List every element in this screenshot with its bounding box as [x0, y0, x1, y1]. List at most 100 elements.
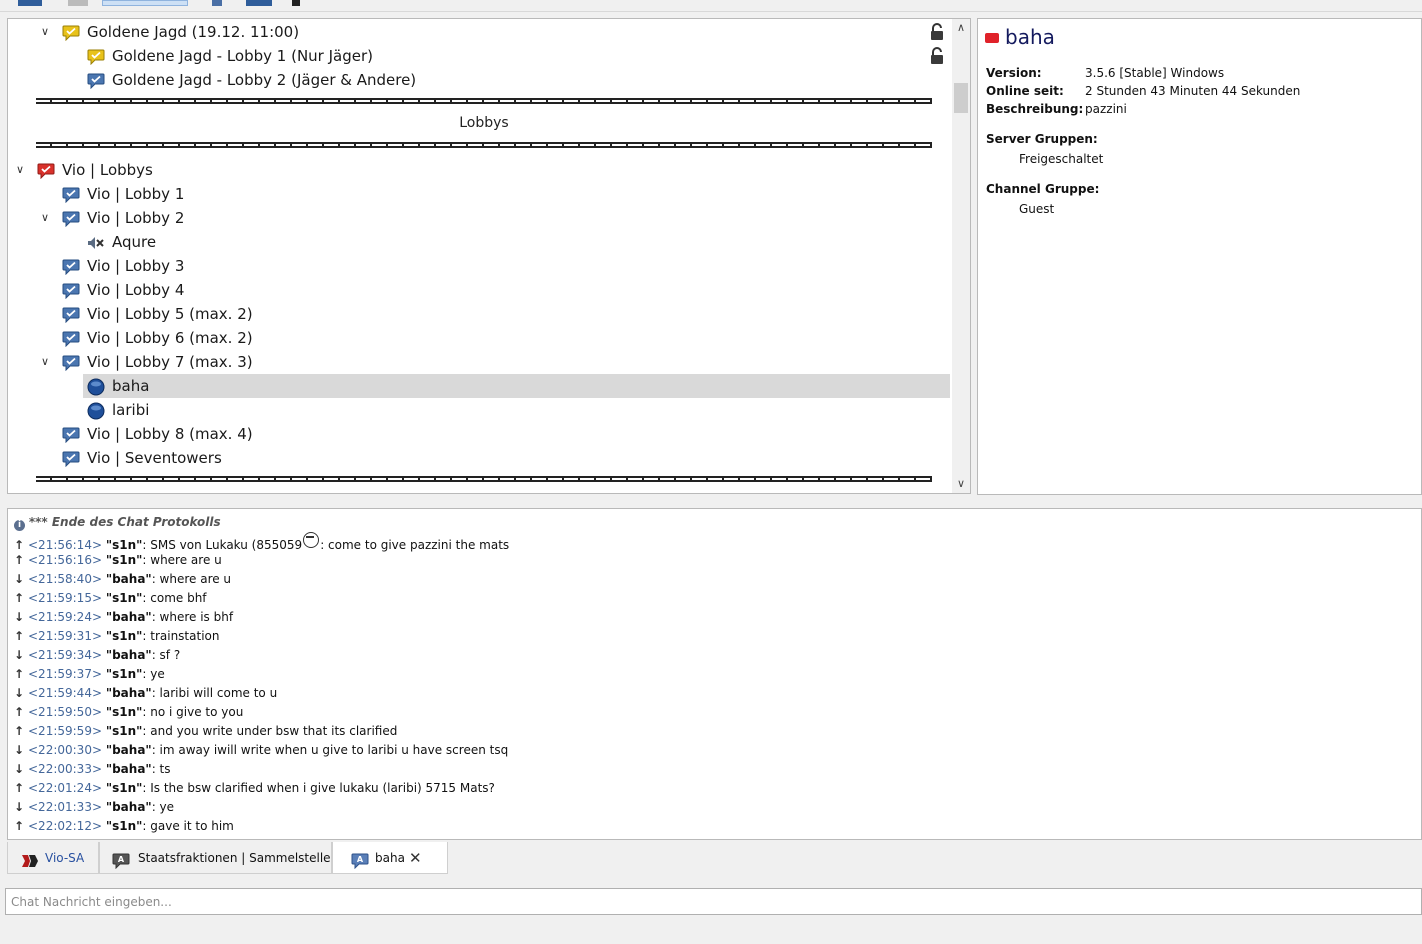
- channel-row[interactable]: Vio | Seventowers: [8, 446, 950, 470]
- toolbar-button[interactable]: [292, 0, 300, 6]
- description-label: Beschreibung:: [986, 102, 1084, 116]
- message-nick[interactable]: "s1n": [106, 538, 143, 552]
- message-nick[interactable]: "baha": [106, 800, 152, 814]
- toolbar-button[interactable]: [212, 0, 222, 6]
- client-row[interactable]: Aqure: [8, 230, 950, 254]
- scroll-up-icon[interactable]: ∧: [952, 19, 970, 37]
- channel-row[interactable]: ∨ Vio | Lobby 2: [8, 206, 950, 230]
- online-value: 2 Stunden 43 Minuten 44 Sekunden: [1085, 84, 1301, 98]
- info-username: baha: [1005, 25, 1055, 49]
- channel-blue-icon: [62, 282, 80, 300]
- channel-row[interactable]: Goldene Jagd - Lobby 2 (Jäger & Andere): [8, 68, 950, 92]
- message-time: <22:00:30>: [28, 743, 103, 757]
- chat-tab[interactable]: Abaha ✕: [332, 842, 448, 874]
- client-row[interactable]: laribi: [8, 398, 950, 422]
- chat-tab[interactable]: Vio-SA: [7, 842, 99, 874]
- toolbar-button[interactable]: [18, 0, 42, 6]
- row-label: baha: [112, 377, 150, 395]
- message-time: <21:59:37>: [28, 667, 103, 681]
- row-label: Vio | Lobby 2: [87, 209, 185, 227]
- chat-input-box[interactable]: [5, 888, 1422, 915]
- private-chat-icon: A: [351, 849, 369, 870]
- chat-tabs: Vio-SA A Staatsfraktionen | Sammelstelle Ab…: [7, 842, 1422, 874]
- row-label: Aqure: [112, 233, 157, 251]
- toolbar-button[interactable]: [102, 0, 188, 6]
- channel-spacer-title[interactable]: Lobbys: [36, 115, 932, 131]
- row-label: Vio | Lobby 7 (max. 3): [87, 353, 253, 371]
- client-row[interactable]: baha: [83, 374, 950, 398]
- chevron-down-icon[interactable]: ∨: [38, 350, 52, 374]
- message-text: : where is bhf: [151, 610, 234, 624]
- channel-blue-icon: [62, 450, 80, 468]
- message-nick[interactable]: "baha": [106, 572, 152, 586]
- message-time: <21:59:59>: [28, 724, 103, 738]
- channel-row[interactable]: Vio | Lobby 6 (max. 2): [8, 326, 950, 350]
- arrow-down-icon: ↓: [14, 610, 25, 624]
- message-text: : im away iwill write when u give to lar…: [151, 743, 509, 757]
- message-nick[interactable]: "s1n": [106, 724, 143, 738]
- message-nick[interactable]: "baha": [106, 743, 152, 757]
- arrow-down-icon: ↓: [14, 762, 25, 776]
- client-info-panel: baha Version: 3.5.6 [Stable] Windows Onl…: [977, 18, 1422, 495]
- message-nick[interactable]: "baha": [106, 648, 152, 662]
- version-value: 3.5.6 [Stable] Windows: [1085, 66, 1225, 80]
- message-nick[interactable]: "s1n": [106, 553, 143, 567]
- chat-tab[interactable]: A Staatsfraktionen | Sammelstelle: [99, 842, 332, 874]
- message-time: <22:01:33>: [28, 800, 103, 814]
- arrow-up-icon: ↑: [14, 705, 25, 719]
- message-nick[interactable]: "s1n": [106, 705, 143, 719]
- chat-input[interactable]: [6, 889, 1422, 914]
- message-time: <21:59:24>: [28, 610, 103, 624]
- toolbar-button[interactable]: [246, 0, 272, 6]
- channel-yellow-icon: [62, 24, 80, 42]
- chat-log[interactable]: i *** Ende des Chat Protokolls ↑ <21:56:1…: [7, 508, 1422, 840]
- channel-row[interactable]: Vio | Lobby 4: [8, 278, 950, 302]
- channel-spacer-line[interactable]: [36, 476, 932, 482]
- tab-label: baha: [375, 851, 405, 865]
- chevron-down-icon[interactable]: ∨: [38, 206, 52, 230]
- channel-row[interactable]: ∨ Vio | Lobbys: [8, 158, 950, 182]
- message-nick[interactable]: "s1n": [106, 819, 143, 833]
- channel-row[interactable]: Vio | Lobby 5 (max. 2): [8, 302, 950, 326]
- channel-group-label: Channel Gruppe:: [986, 182, 1100, 196]
- message-nick[interactable]: "s1n": [106, 591, 143, 605]
- row-label: Goldene Jagd - Lobby 1 (Nur Jäger): [112, 47, 373, 65]
- message-text: : and you write under bsw that its clari…: [142, 724, 398, 738]
- channel-blue-icon: [62, 306, 80, 324]
- version-label: Version:: [986, 66, 1042, 80]
- message-nick[interactable]: "s1n": [106, 781, 143, 795]
- channel-spacer-line[interactable]: [36, 98, 932, 104]
- channel-blue-icon: [62, 330, 80, 348]
- scroll-down-icon[interactable]: ∨: [952, 475, 970, 493]
- channel-tree[interactable]: ∨ Goldene Jagd (19.12. 11:00) Goldene Jagd…: [7, 18, 971, 494]
- chat-message: ↑ <21:56:16> "s1n": where are u: [14, 551, 222, 570]
- online-label: Online seit:: [986, 84, 1064, 98]
- chat-message: ↑ <22:01:24> "s1n": Is the bsw clarified …: [14, 779, 495, 798]
- message-nick[interactable]: "s1n": [106, 629, 143, 643]
- message-nick[interactable]: "baha": [106, 686, 152, 700]
- toolbar-button[interactable]: [68, 0, 88, 6]
- channel-row[interactable]: ∨ Vio | Lobby 7 (max. 3): [8, 350, 950, 374]
- scroll-thumb[interactable]: [954, 83, 968, 113]
- chevron-down-icon[interactable]: ∨: [38, 20, 52, 44]
- channel-group-value: Guest: [1019, 202, 1055, 216]
- channel-row[interactable]: ∨ Goldene Jagd (19.12. 11:00): [8, 20, 950, 44]
- arrow-up-icon: ↑: [14, 724, 25, 738]
- tab-label: Vio-SA: [45, 851, 85, 865]
- message-nick[interactable]: "baha": [106, 610, 152, 624]
- message-nick[interactable]: "baha": [106, 762, 152, 776]
- arrow-down-icon: ↓: [14, 572, 25, 586]
- message-nick[interactable]: "s1n": [106, 667, 143, 681]
- channel-row[interactable]: Goldene Jagd - Lobby 1 (Nur Jäger): [8, 44, 950, 68]
- tree-scrollbar[interactable]: ∧ ∨: [952, 19, 970, 493]
- chevron-down-icon[interactable]: ∨: [13, 158, 27, 182]
- channel-spacer-line[interactable]: [36, 142, 932, 148]
- channel-yellow-icon: [87, 48, 105, 66]
- arrow-up-icon: ↑: [14, 591, 25, 605]
- channel-row[interactable]: Vio | Lobby 3: [8, 254, 950, 278]
- message-time: <21:56:14>: [28, 538, 103, 552]
- channel-row[interactable]: Vio | Lobby 1: [8, 182, 950, 206]
- row-label: Goldene Jagd - Lobby 2 (Jäger & Andere): [112, 71, 417, 89]
- channel-row[interactable]: Vio | Lobby 8 (max. 4): [8, 422, 950, 446]
- close-icon[interactable]: ✕: [409, 842, 422, 874]
